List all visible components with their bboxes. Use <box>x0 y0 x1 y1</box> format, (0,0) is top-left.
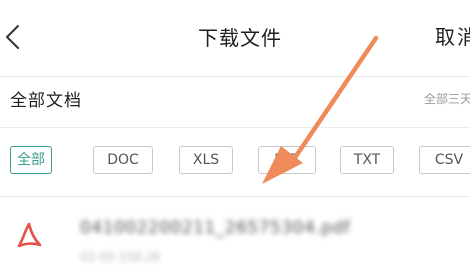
chevron-left-icon <box>6 25 19 49</box>
filter-chip-txt[interactable]: TXT <box>340 146 394 174</box>
section-divider <box>0 127 470 128</box>
file-meta: 02-05 158.2K <box>80 250 161 264</box>
page-title: 下载文件 <box>198 26 282 50</box>
pdf-icon <box>17 222 42 248</box>
cancel-button[interactable]: 取消 <box>435 21 470 50</box>
filter-chip-row: 全部 DOC XLS PPT TXT CSV <box>0 146 470 178</box>
filter-chip-xls[interactable]: XLS <box>179 146 233 174</box>
file-list-item[interactable]: 04100220021​1_26575304.pdf 02-05 158.2K <box>0 205 470 271</box>
filter-divider <box>0 196 470 197</box>
filter-chip-csv[interactable]: CSV <box>419 146 470 174</box>
section-title: 全部文档 <box>10 91 82 111</box>
file-name: 04100220021​1_26575304.pdf <box>80 218 351 238</box>
sort-toggle[interactable]: 全部三天 <box>424 90 470 107</box>
filter-chip-ppt[interactable]: PPT <box>258 146 316 174</box>
filter-chip-doc[interactable]: DOC <box>93 146 153 174</box>
back-button[interactable] <box>0 16 34 60</box>
header-divider <box>0 76 470 77</box>
header-bar: 下载文件 取消 <box>0 0 470 76</box>
filter-chip-all[interactable]: 全部 <box>10 146 52 174</box>
